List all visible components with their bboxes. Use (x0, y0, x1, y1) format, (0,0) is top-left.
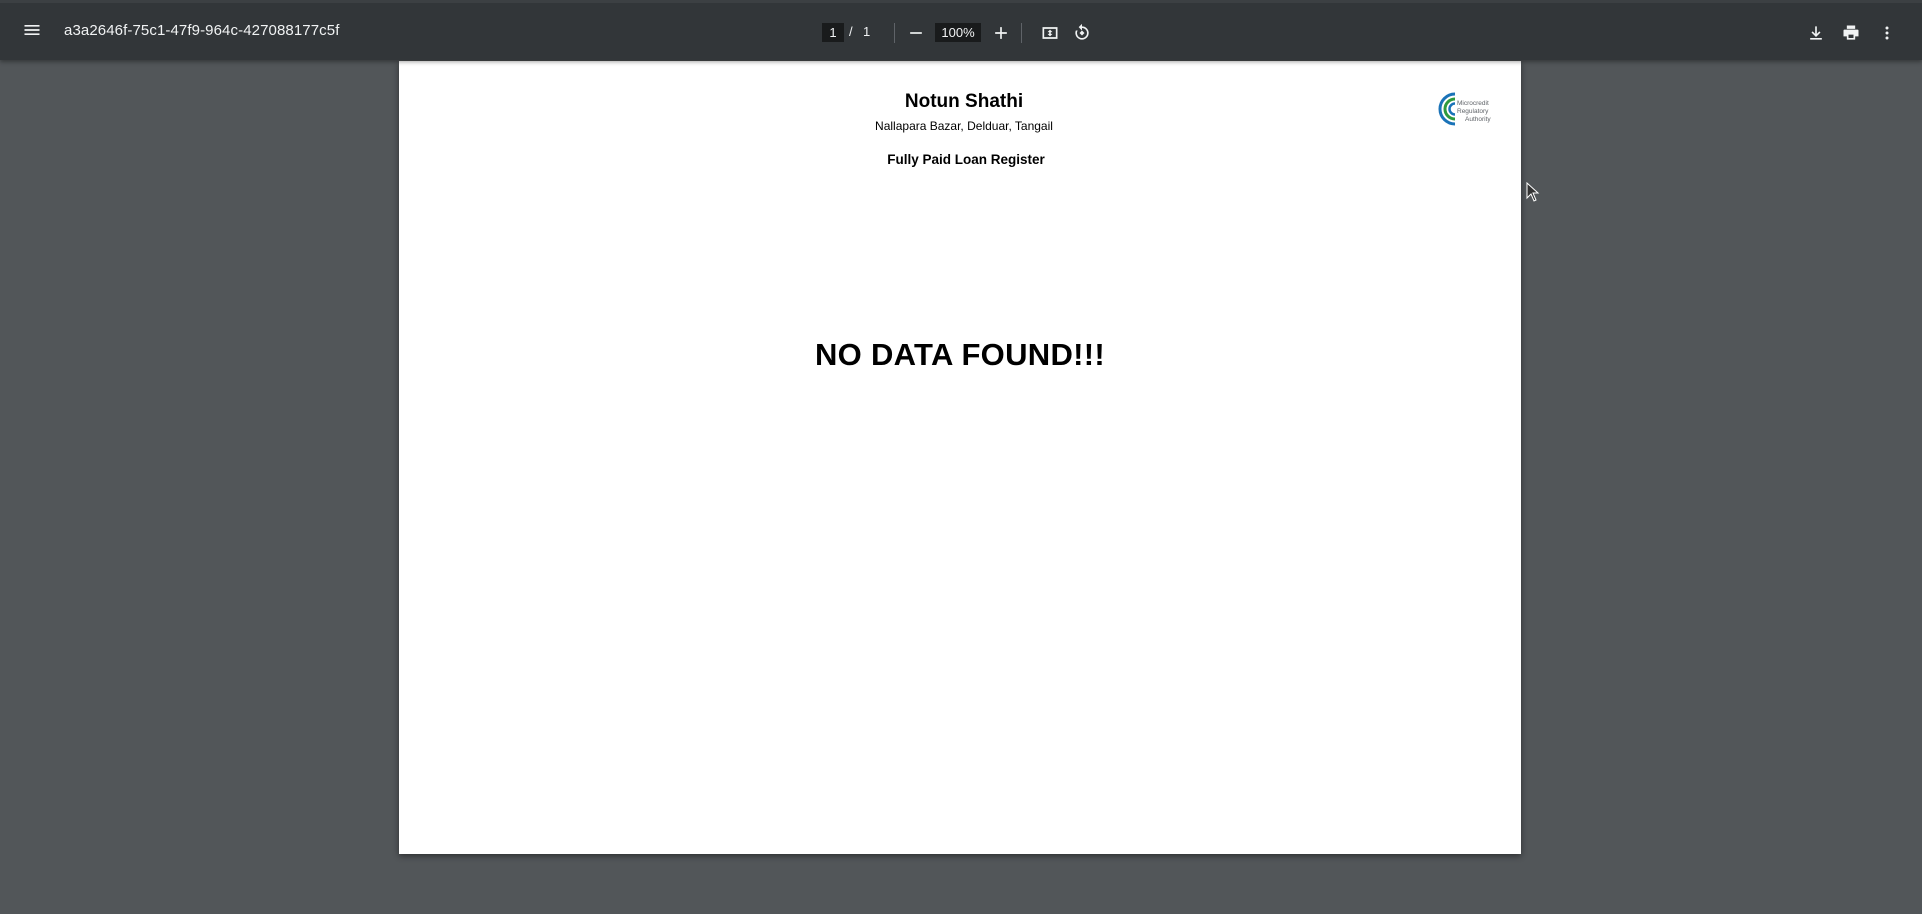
toolbar-divider (1021, 23, 1022, 43)
logo-text-line: Authority (1465, 116, 1491, 123)
print-button[interactable] (1835, 17, 1867, 49)
zoom-out-button[interactable] (900, 17, 932, 49)
fit-to-page-button[interactable] (1034, 17, 1066, 49)
page-total: 1 (863, 24, 871, 39)
print-icon (1843, 25, 1859, 40)
rotate-icon (1075, 23, 1089, 40)
logo-text: Microcredit Regulatory Authority (1457, 100, 1497, 124)
document-title: a3a2646f-75c1-47f9-964c-427088177c5f (64, 22, 340, 39)
report-title: Fully Paid Loan Register (887, 152, 1045, 167)
fit-page-icon (1042, 27, 1058, 39)
zoom-level-input[interactable]: 100% (935, 23, 981, 42)
pdf-toolbar: a3a2646f-75c1-47f9-964c-427088177c5f 1 /… (0, 0, 1922, 60)
logo-text-line: Regulatory (1457, 108, 1489, 115)
toolbar-divider (894, 23, 895, 43)
menu-button[interactable] (16, 14, 48, 46)
download-button[interactable] (1800, 17, 1832, 49)
pdf-viewer-area[interactable]: Notun Shathi Nallapara Bazar, Delduar, T… (0, 60, 1922, 914)
organization-address: Nallapara Bazar, Delduar, Tangail (875, 119, 1053, 133)
mouse-cursor-icon (1526, 182, 1540, 202)
zoom-in-button[interactable] (985, 17, 1017, 49)
menu-icon (24, 25, 40, 35)
organization-name: Notun Shathi (904, 91, 1024, 112)
page-separator: / (849, 24, 853, 39)
plus-icon (995, 27, 1007, 39)
download-icon (1810, 26, 1822, 40)
pdf-page: Notun Shathi Nallapara Bazar, Delduar, T… (399, 61, 1521, 854)
no-data-message: NO DATA FOUND!!! (814, 337, 1106, 372)
more-vert-icon (1885, 26, 1889, 40)
more-options-button[interactable] (1871, 17, 1903, 49)
minus-icon (910, 32, 922, 34)
rotate-button[interactable] (1066, 17, 1098, 49)
mra-logo: Microcredit Regulatory Authority (1435, 88, 1497, 134)
page-number-input[interactable]: 1 (822, 23, 844, 42)
logo-text-line: Microcredit (1457, 100, 1489, 107)
